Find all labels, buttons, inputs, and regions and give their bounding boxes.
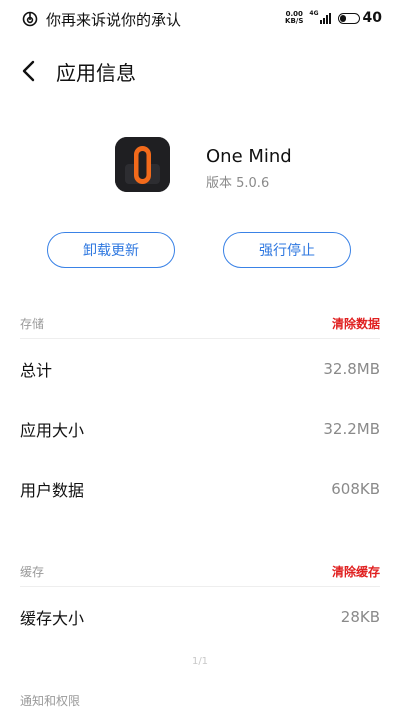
signal-icon — [319, 12, 332, 24]
storage-row-user-data: 用户数据 608KB — [20, 474, 380, 504]
netease-music-icon — [22, 11, 38, 27]
row-value: 28KB — [340, 608, 380, 626]
storage-label: 存储 — [20, 316, 45, 331]
uninstall-updates-button[interactable]: 卸载更新 — [47, 232, 175, 268]
storage-section-header: 存储 清除数据 — [20, 313, 380, 333]
row-value: 608KB — [331, 480, 380, 498]
permissions-label: 通知和权限 — [20, 693, 81, 708]
cache-row-size: 缓存大小 28KB — [20, 602, 380, 632]
force-stop-button[interactable]: 强行停止 — [223, 232, 351, 268]
chevron-left-icon — [22, 60, 35, 82]
app-version: 版本 5.0.6 — [206, 176, 270, 191]
network-speed: 0.00 KB/S — [285, 10, 304, 25]
page-title: 应用信息 — [56, 60, 136, 85]
row-value: 32.8MB — [323, 360, 380, 378]
cache-label: 缓存 — [20, 564, 45, 579]
network-type: 4G — [309, 9, 319, 17]
app-header: 应用信息 — [0, 50, 400, 92]
row-label: 缓存大小 — [20, 609, 85, 628]
divider — [20, 586, 380, 587]
divider — [20, 338, 380, 339]
battery-icon — [337, 12, 360, 24]
storage-row-total: 总计 32.8MB — [20, 354, 380, 384]
cache-section-header: 缓存 清除缓存 — [20, 561, 380, 581]
one-mind-logo-icon — [115, 137, 170, 192]
notification-text: 你再来诉说你的承认 — [46, 10, 182, 29]
app-icon — [115, 137, 170, 192]
storage-row-app-size: 应用大小 32.2MB — [20, 414, 380, 444]
row-label: 应用大小 — [20, 421, 85, 440]
clear-data-button[interactable]: 清除数据 — [332, 315, 380, 332]
status-right: 0.00 KB/S 4G 40 — [285, 9, 382, 27]
row-label: 总计 — [20, 361, 53, 380]
status-bar: 你再来诉说你的承认 0.00 KB/S 4G 40 — [0, 0, 400, 38]
row-value: 32.2MB — [323, 420, 380, 438]
battery-level: 40 — [362, 10, 382, 26]
permissions-section-header: 通知和权限 — [20, 690, 380, 710]
clear-cache-button[interactable]: 清除缓存 — [332, 563, 380, 580]
back-button[interactable] — [4, 50, 52, 92]
row-label: 用户数据 — [20, 481, 85, 500]
page-indicator: 1/1 — [191, 656, 209, 667]
status-left: 你再来诉说你的承认 — [0, 9, 181, 30]
app-name: One Mind — [206, 146, 292, 167]
